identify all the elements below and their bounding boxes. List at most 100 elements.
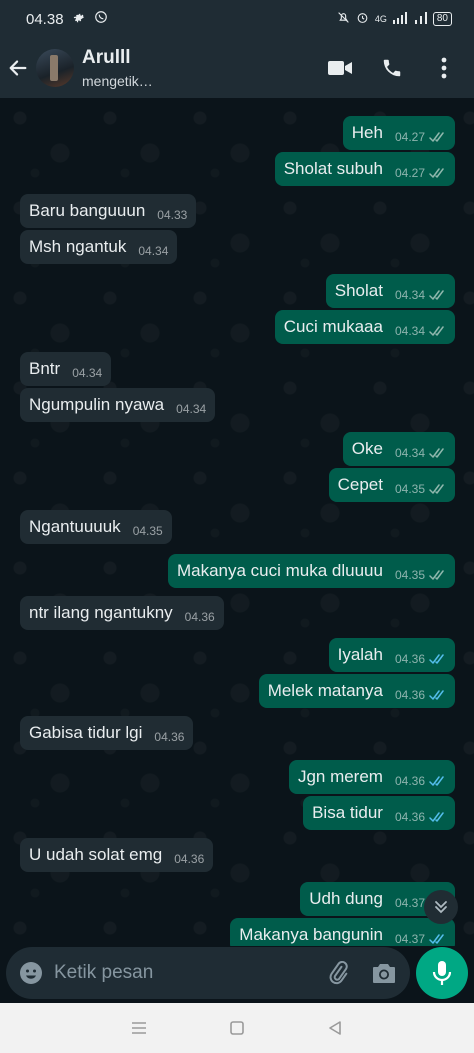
message-list[interactable]: Heh 04.27 Sholat subuh 04.27 Baru banguuun 04… bbox=[0, 98, 474, 946]
emoji-icon bbox=[20, 962, 42, 984]
outgoing-message[interactable]: Makanya cuci muka dluuuu 04.35 bbox=[167, 554, 455, 588]
incoming-message[interactable]: Ngumpulin nyawa 04.34 bbox=[20, 388, 216, 422]
delivered-ticks-icon bbox=[429, 569, 446, 581]
message-time: 04.36 bbox=[154, 730, 185, 744]
message-time: 04.34 bbox=[72, 366, 103, 380]
delivered-ticks-icon bbox=[429, 325, 446, 337]
incoming-message[interactable]: ntr ilang ngantukny 04.36 bbox=[20, 596, 224, 630]
voice-message-button[interactable] bbox=[416, 947, 468, 999]
outgoing-message[interactable]: Oke 04.34 bbox=[342, 432, 455, 466]
chat-header: Arulll mengetik… bbox=[0, 38, 474, 98]
message-text: Cuci mukaaa bbox=[283, 317, 383, 336]
more-vertical-icon bbox=[441, 57, 447, 79]
mute-icon bbox=[337, 11, 350, 27]
recents-button[interactable] bbox=[127, 1016, 151, 1040]
read-ticks-icon bbox=[429, 775, 446, 787]
status-time: 04.38 bbox=[26, 10, 64, 28]
message-time: 04.34 bbox=[138, 244, 169, 258]
camera-button[interactable] bbox=[370, 959, 398, 987]
outgoing-message[interactable]: Sholat subuh 04.27 bbox=[274, 152, 455, 186]
incoming-message[interactable]: Msh ngantuk 04.34 bbox=[20, 230, 178, 264]
composer bbox=[0, 946, 474, 1000]
attach-button[interactable] bbox=[324, 959, 352, 987]
message-text: Jgn merem bbox=[297, 767, 383, 786]
paperclip-icon bbox=[329, 961, 348, 985]
microphone-icon bbox=[432, 961, 452, 985]
incoming-message[interactable]: Gabisa tidur lgi 04.36 bbox=[20, 716, 194, 750]
message-time: 04.36 bbox=[394, 774, 425, 788]
scroll-to-bottom-button[interactable] bbox=[424, 890, 458, 924]
message-text: ntr ilang ngantukny bbox=[29, 603, 173, 622]
outgoing-message[interactable]: Bisa tidur 04.36 bbox=[303, 796, 455, 830]
signal-icon-2 bbox=[414, 11, 427, 27]
delivered-ticks-icon bbox=[429, 131, 446, 143]
message-text: Bntr bbox=[29, 359, 61, 378]
outgoing-message[interactable]: Iyalah 04.36 bbox=[328, 638, 455, 672]
message-input[interactable] bbox=[54, 962, 302, 984]
arrow-left-icon bbox=[9, 60, 27, 76]
back-nav-button[interactable] bbox=[323, 1016, 347, 1040]
read-ticks-icon bbox=[429, 653, 446, 665]
emoji-button[interactable] bbox=[18, 960, 44, 986]
video-call-button[interactable] bbox=[326, 54, 354, 82]
message-time: 04.36 bbox=[394, 810, 425, 824]
message-time: 04.34 bbox=[394, 446, 425, 460]
battery-icon: 80 bbox=[432, 12, 452, 26]
message-text: Baru banguuun bbox=[29, 201, 146, 220]
chevron-double-down-icon bbox=[435, 901, 447, 914]
message-text: Oke bbox=[351, 439, 383, 458]
incoming-message[interactable]: Ngantuuuuk 04.35 bbox=[20, 510, 172, 544]
signal-icon bbox=[392, 11, 409, 27]
settings-gear-icon bbox=[72, 10, 86, 28]
outgoing-message[interactable]: Heh 04.27 bbox=[342, 116, 455, 150]
message-time: 04.36 bbox=[174, 852, 205, 866]
delivered-ticks-icon bbox=[429, 167, 446, 179]
message-text: Sholat subuh bbox=[283, 159, 383, 178]
delivered-ticks-icon bbox=[429, 289, 446, 301]
message-text: Makanya bangunin bbox=[239, 925, 383, 944]
message-text: Cepet bbox=[337, 475, 383, 494]
outgoing-message[interactable]: Cuci mukaaa 04.34 bbox=[274, 310, 455, 344]
message-time: 04.27 bbox=[394, 130, 425, 144]
message-time: 04.36 bbox=[184, 610, 215, 624]
square-icon bbox=[230, 1021, 244, 1035]
message-time: 04.37 bbox=[394, 932, 425, 946]
message-time: 04.36 bbox=[394, 652, 425, 666]
more-options-button[interactable] bbox=[430, 54, 458, 82]
contact-info[interactable]: Arulll mengetik… bbox=[82, 47, 153, 89]
message-time: 04.34 bbox=[176, 402, 207, 416]
message-text: Gabisa tidur lgi bbox=[29, 723, 143, 742]
message-text: Ngumpulin nyawa bbox=[29, 395, 165, 414]
message-text: Makanya cuci muka dluuuu bbox=[176, 561, 383, 580]
home-button[interactable] bbox=[225, 1016, 249, 1040]
outgoing-message[interactable]: Sholat 04.34 bbox=[325, 274, 455, 308]
outgoing-message[interactable]: Makanya bangunin 04.37 bbox=[230, 918, 455, 946]
delivered-ticks-icon bbox=[429, 447, 446, 459]
outgoing-message[interactable]: Cepet 04.35 bbox=[328, 468, 455, 502]
read-ticks-icon bbox=[429, 933, 446, 945]
message-time: 04.35 bbox=[394, 568, 425, 582]
message-time: 04.35 bbox=[132, 524, 163, 538]
incoming-message[interactable]: Baru banguuun 04.33 bbox=[20, 194, 197, 228]
back-button[interactable] bbox=[0, 38, 36, 98]
avatar[interactable] bbox=[36, 49, 74, 87]
incoming-message[interactable]: U udah solat emg 04.36 bbox=[20, 838, 214, 872]
message-text: Sholat bbox=[334, 281, 383, 300]
message-time: 04.37 bbox=[394, 896, 425, 910]
message-time: 04.34 bbox=[394, 288, 425, 302]
incoming-message[interactable]: Bntr 04.34 bbox=[20, 352, 112, 386]
video-camera-icon bbox=[328, 61, 352, 75]
message-text: Ngantuuuuk bbox=[29, 517, 121, 536]
outgoing-message[interactable]: Melek matanya 04.36 bbox=[258, 674, 455, 708]
message-time: 04.27 bbox=[394, 166, 425, 180]
whatsapp-notification-icon bbox=[94, 10, 108, 28]
voice-call-button[interactable] bbox=[378, 54, 406, 82]
outgoing-message[interactable]: Jgn merem 04.36 bbox=[288, 760, 455, 794]
network-type: 4G bbox=[374, 14, 387, 24]
read-ticks-icon bbox=[429, 811, 446, 823]
system-navigation-bar bbox=[0, 1003, 474, 1053]
delivered-ticks-icon bbox=[429, 483, 446, 495]
status-bar: 04.38 4G 80 bbox=[0, 0, 474, 38]
alarm-icon bbox=[356, 11, 369, 27]
read-ticks-icon bbox=[429, 689, 446, 701]
